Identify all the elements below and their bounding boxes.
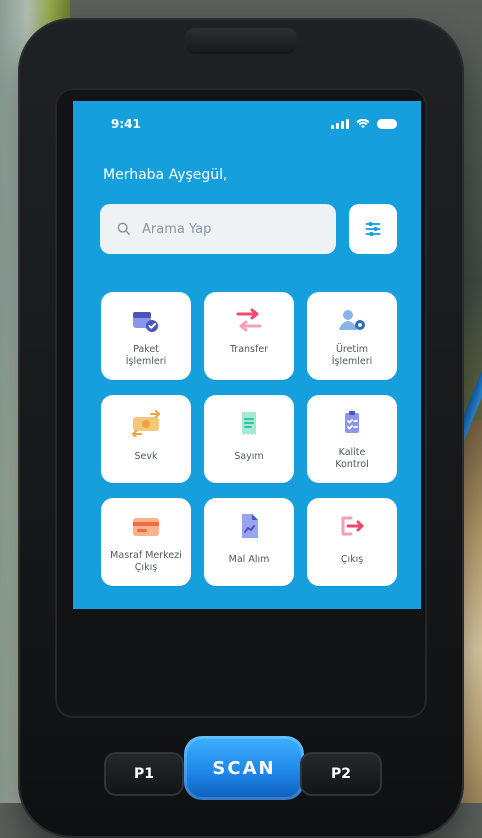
menu-item-label: Üretim İşlemleri [331, 344, 373, 367]
menu-item-label: Paket İşlemleri [125, 344, 167, 367]
menu-item-cikis[interactable]: Çıkış [307, 498, 397, 586]
package-check-icon [130, 306, 162, 334]
menu-item-paket-islemleri[interactable]: Paket İşlemleri [101, 292, 191, 380]
menu-item-kalite-kontrol[interactable]: Kalite Kontrol [307, 395, 397, 483]
logout-icon [337, 512, 367, 540]
menu-item-label: Mal Alım [228, 554, 270, 565]
credit-card-icon [130, 512, 162, 540]
menu-item-uretim-islemleri[interactable]: Üretim İşlemleri [307, 292, 397, 380]
money-transfer-icon [129, 409, 163, 437]
receipt-icon [236, 409, 262, 437]
menu-item-label: Sevk [134, 451, 158, 462]
search-input[interactable]: Arama Yap [100, 204, 336, 254]
p2-button[interactable]: P2 [300, 752, 382, 796]
menu-item-mal-alim[interactable]: Mal Alım [204, 498, 294, 586]
status-icons [331, 119, 397, 129]
menu-item-label: Transfer [229, 344, 269, 355]
document-chart-icon [236, 512, 262, 540]
scan-button[interactable]: SCAN [184, 736, 304, 800]
device-top-notch [185, 28, 297, 54]
menu-item-label: Masraf Merkezi Çıkış [110, 550, 182, 573]
checklist-icon [339, 409, 365, 437]
menu-item-masraf-merkezi-cikis[interactable]: Masraf Merkezi Çıkış [101, 498, 191, 586]
menu-item-transfer[interactable]: Transfer [204, 292, 294, 380]
signal-icon [331, 119, 349, 129]
menu-item-sayim[interactable]: Sayım [204, 395, 294, 483]
search-placeholder: Arama Yap [142, 221, 212, 237]
transfer-arrows-icon [234, 306, 264, 334]
filter-button[interactable] [349, 204, 397, 254]
menu-item-label: Çıkış [340, 554, 364, 565]
user-gear-icon [335, 306, 369, 334]
greeting-text: Merhaba Ayşegül, [103, 167, 228, 183]
menu-item-sevk[interactable]: Sevk [101, 395, 191, 483]
wifi-icon [356, 119, 370, 129]
menu-item-label: Kalite Kontrol [335, 447, 369, 470]
status-time: 9:41 [111, 117, 141, 131]
app-screen: 9:41 Merhaba Ayşegül, Arama Yap Paket İş… [73, 101, 421, 609]
filter-sliders-icon [365, 221, 381, 237]
p1-button[interactable]: P1 [104, 752, 184, 796]
menu-item-label: Sayım [234, 451, 264, 462]
search-icon [117, 222, 130, 235]
battery-icon [377, 119, 397, 129]
